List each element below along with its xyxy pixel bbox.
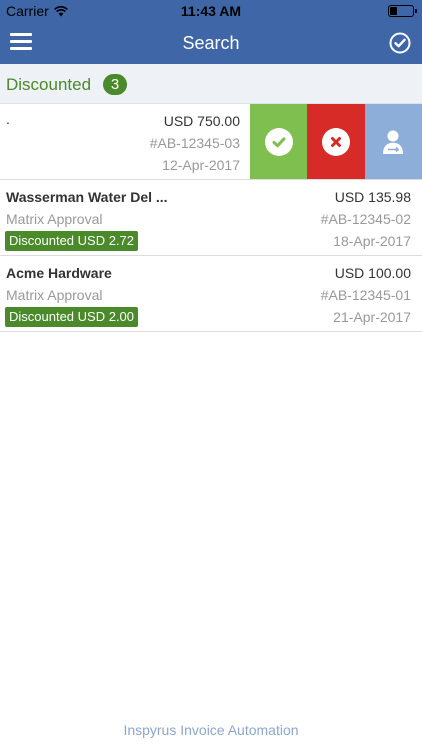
section-header-discounted: Discounted 3 [0,64,422,104]
x-icon [321,127,350,156]
page-title: Search [182,33,240,53]
nav-bar: Search [0,22,422,64]
invoice-row[interactable]: Wasserman Water Del ... Matrix Approval … [0,180,422,256]
select-check-icon[interactable] [389,32,411,54]
approve-button[interactable] [250,104,308,179]
count-badge: 3 [103,74,127,95]
invoice-amount: USD 750.00 [163,113,240,129]
vendor-name: . [6,111,10,127]
footer-brand: Inspyrus Invoice Automation [123,722,299,738]
invoice-number: #AB-12345-02 [320,211,411,227]
status-time: 11:43 AM [180,3,242,19]
invoice-date: 18-Apr-2017 [333,233,411,249]
section-label: Discounted [6,75,92,94]
vendor-name: Acme Hardware [6,265,112,281]
reassign-user-icon [383,130,404,154]
invoice-number: #AB-12345-03 [149,135,240,151]
battery-icon [388,5,417,17]
check-icon [264,127,293,156]
invoice-row[interactable]: Acme Hardware Matrix Approval Discounted… [0,256,422,332]
invoice-date: 12-Apr-2017 [162,157,240,173]
workflow-label: Matrix Approval [6,211,103,227]
vendor-name: Wasserman Water Del ... [6,189,168,205]
invoice-row[interactable]: . USD 750.00 #AB-12345-03 12-Apr-2017 [0,104,250,180]
discount-badge: Discounted USD 2.00 [5,307,139,327]
invoice-amount: USD 135.98 [334,189,411,205]
swipe-actions [250,104,422,180]
reassign-button[interactable] [364,104,422,179]
invoice-amount: USD 100.00 [334,265,411,281]
status-bar: Carrier 11:43 AM [0,0,422,22]
reject-button[interactable] [307,104,365,179]
invoice-date: 21-Apr-2017 [333,309,411,325]
workflow-label: Matrix Approval [6,287,103,303]
invoice-number: #AB-12345-01 [320,287,411,303]
discount-badge: Discounted USD 2.72 [5,231,139,251]
